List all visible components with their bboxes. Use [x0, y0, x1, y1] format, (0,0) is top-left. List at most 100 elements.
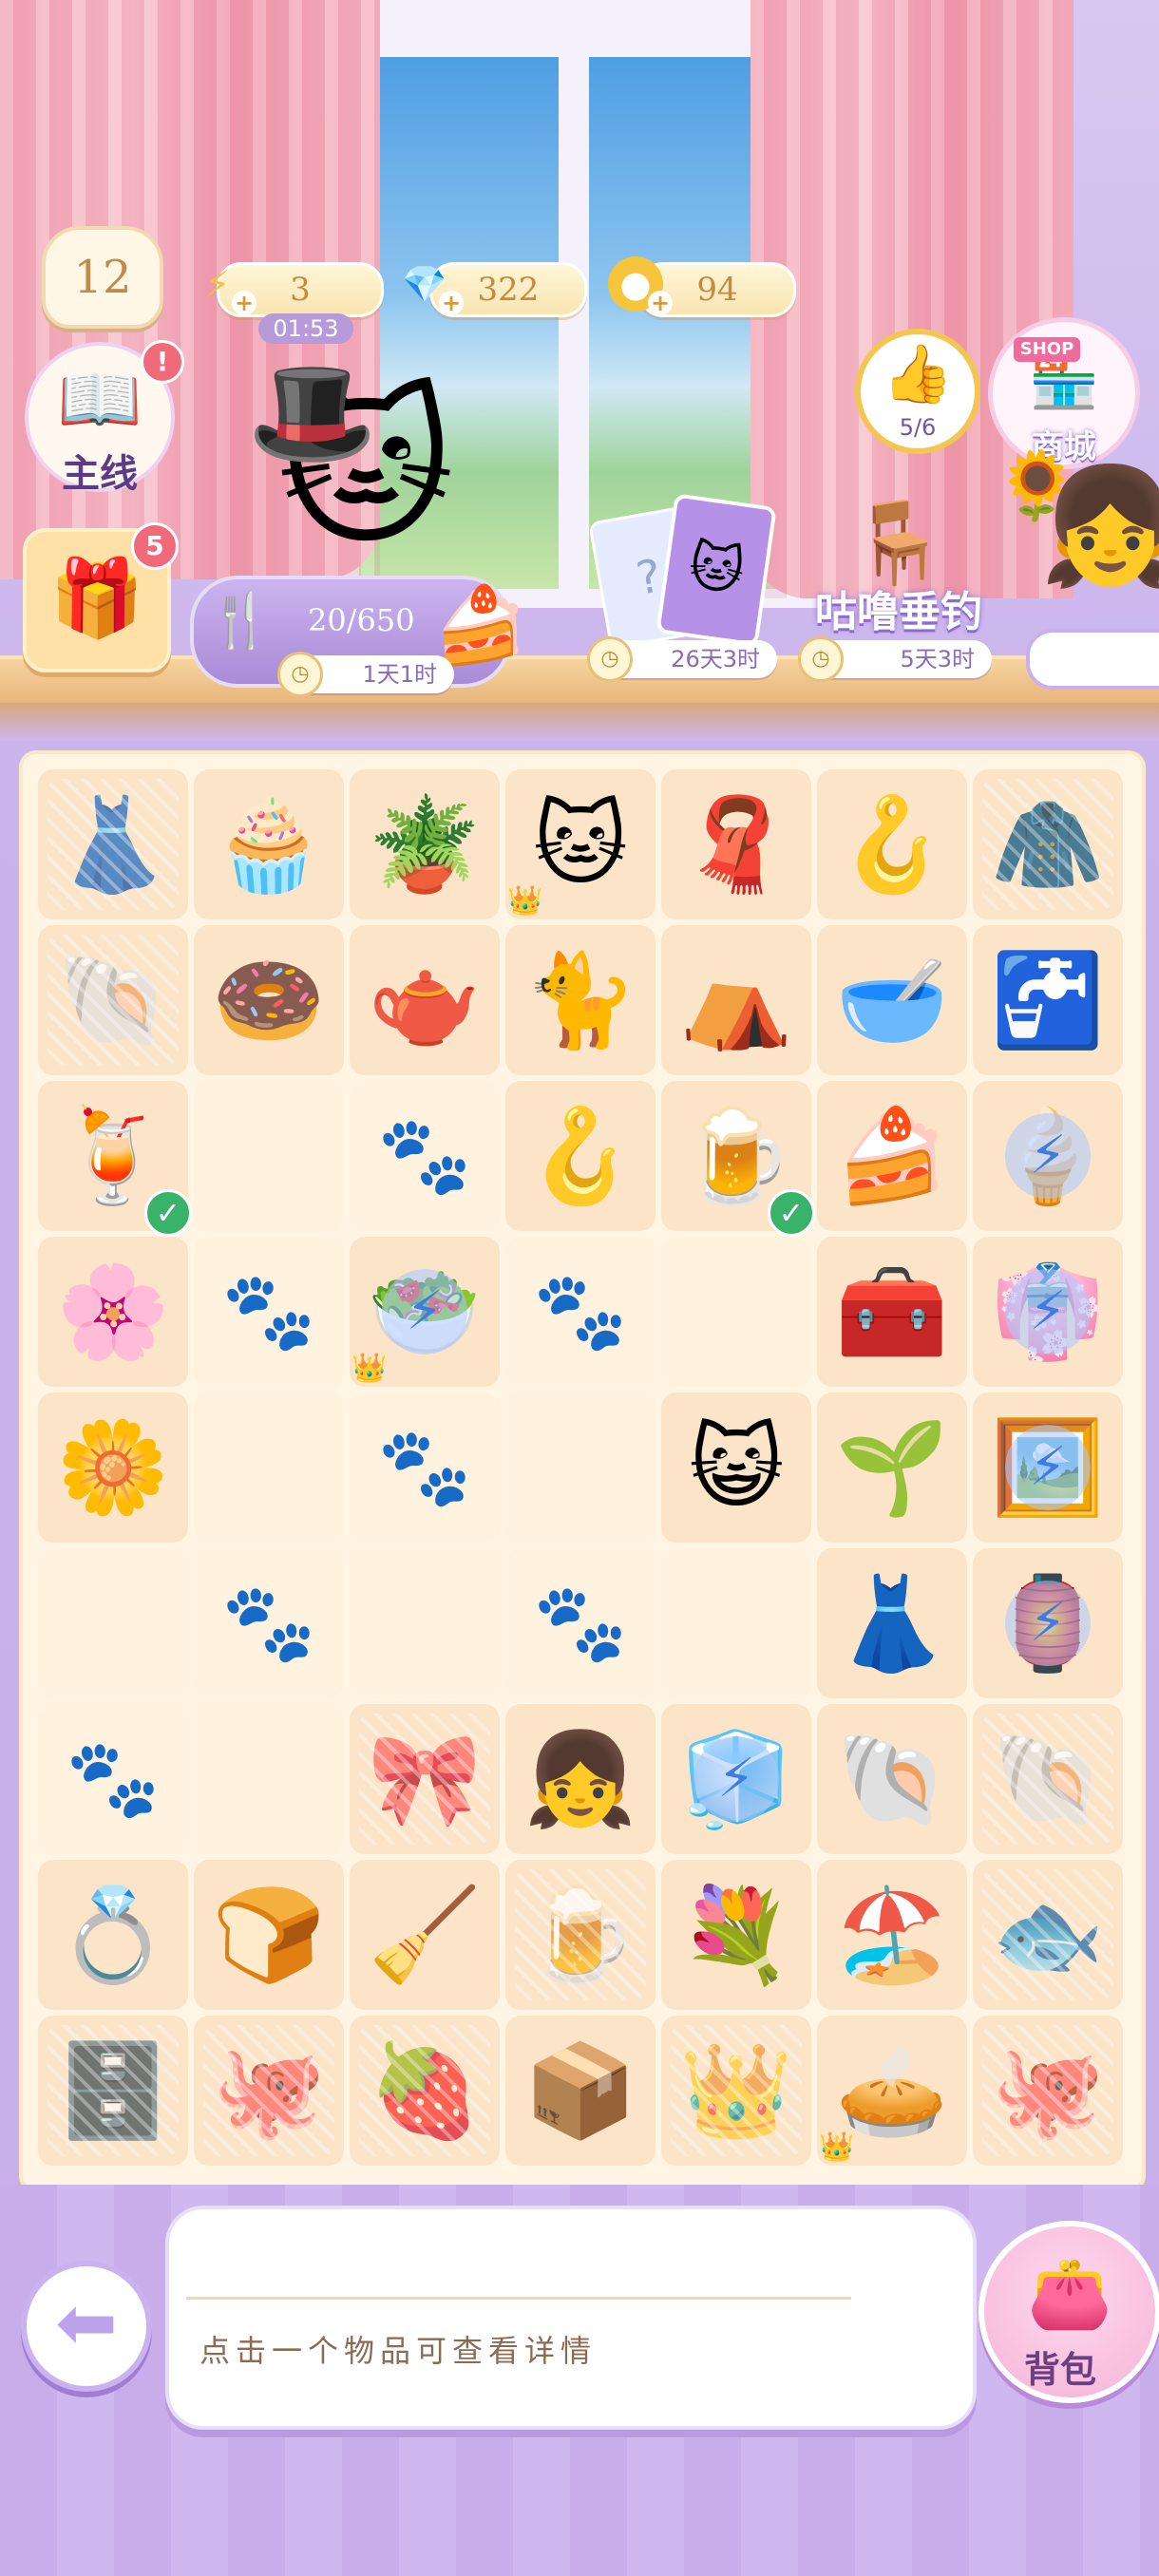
- board-cell[interactable]: 🪝: [505, 1081, 656, 1231]
- board-cell[interactable]: 🐾: [350, 1081, 500, 1231]
- gems-plus-button[interactable]: +: [439, 291, 464, 315]
- cobweb-lock-overlay: [982, 1714, 1113, 1845]
- board-cell[interactable]: 🧥: [973, 769, 1123, 919]
- board-cell[interactable]: 💐: [661, 1860, 811, 2010]
- back-button[interactable]: ⬅: [21, 2261, 152, 2392]
- board-cell[interactable]: 🐾: [38, 1704, 188, 1854]
- board-cell[interactable]: 👗: [38, 769, 188, 919]
- crown-icon: 👑: [819, 2131, 855, 2164]
- board-cell[interactable]: 🐟: [973, 1860, 1123, 2010]
- board-item-icon: 🪝: [523, 1102, 637, 1209]
- board-cell[interactable]: [350, 1548, 500, 1698]
- likes-button[interactable]: 👍 5/6: [855, 329, 980, 454]
- coins-plus-button[interactable]: +: [648, 291, 673, 315]
- board-item-icon: 🪝: [835, 790, 949, 898]
- side-panel-tab[interactable]: [1026, 629, 1159, 690]
- board-item-icon: 🧁: [212, 790, 326, 898]
- level-badge[interactable]: 12: [42, 226, 163, 329]
- board-cell[interactable]: 🐚: [38, 925, 188, 1075]
- board-cell[interactable]: 🧣: [661, 769, 811, 919]
- board-cell[interactable]: 🧰: [817, 1237, 967, 1387]
- board-cell[interactable]: 🌱: [817, 1392, 967, 1543]
- board-cell[interactable]: [661, 1237, 811, 1387]
- board-cell[interactable]: 🐱 👑: [505, 769, 656, 919]
- board-cell[interactable]: 🎀: [350, 1704, 500, 1854]
- check-icon: ✓: [768, 1189, 815, 1237]
- board-cell[interactable]: 🍹 ✓: [38, 1081, 192, 1237]
- board-cell[interactable]: 🐚: [817, 1704, 967, 1854]
- board-cell[interactable]: 🍰: [817, 1081, 967, 1231]
- board-cell[interactable]: 🪴: [350, 769, 500, 919]
- crown-icon: 👑: [507, 884, 543, 918]
- board-cell[interactable]: 🧹: [350, 1860, 500, 2010]
- board-cell[interactable]: [505, 1392, 656, 1543]
- board-cell[interactable]: 🐾: [505, 1548, 656, 1698]
- board-cell[interactable]: 🍩: [194, 925, 344, 1075]
- fishing-event-button[interactable]: 🪑 咕噜垂钓: [794, 490, 1003, 636]
- board-cell[interactable]: 😺: [661, 1392, 811, 1543]
- paw-print-icon: 🐾: [221, 1267, 316, 1355]
- board-cell[interactable]: 🐙: [973, 2016, 1123, 2166]
- board-cell[interactable]: 🌸: [38, 1237, 188, 1387]
- main-quest-button[interactable]: 📖 ! 主线: [25, 340, 184, 496]
- board-cell[interactable]: 👧: [505, 1704, 656, 1854]
- board-cell[interactable]: 🐾: [350, 1392, 500, 1543]
- board-cell[interactable]: [194, 1392, 344, 1543]
- board-cell[interactable]: 🍺 ✓: [661, 1081, 815, 1237]
- board-cell[interactable]: 🐈: [505, 925, 656, 1075]
- board-cell[interactable]: 🐚: [973, 1704, 1123, 1854]
- board-cell[interactable]: 🚰: [973, 925, 1123, 1075]
- board-cell[interactable]: 🍦⚡: [973, 1081, 1123, 1231]
- cobweb-lock-overlay: [515, 1869, 646, 2000]
- cobweb-lock-overlay: [359, 2025, 490, 2156]
- item-info-panel: [165, 2206, 977, 2430]
- board-cell[interactable]: [194, 1081, 344, 1231]
- chest-button[interactable]: 🎁 5: [23, 522, 179, 672]
- board-cell[interactable]: 👘⚡: [973, 1237, 1123, 1387]
- board-cell[interactable]: 🐾: [505, 1237, 656, 1387]
- board-cell[interactable]: 📦: [505, 2016, 656, 2166]
- board-cell[interactable]: 🐙: [194, 2016, 344, 2166]
- board-cell[interactable]: 🪝: [817, 769, 967, 919]
- board-cell[interactable]: 🥗⚡👑: [350, 1237, 500, 1387]
- board-cell[interactable]: 🍺: [505, 1860, 656, 2010]
- board-cell[interactable]: 🐾: [194, 1237, 344, 1387]
- energy-plus-button[interactable]: +: [232, 291, 256, 315]
- bag-icon: 👛: [1027, 2253, 1112, 2333]
- clock-icon: ◷: [277, 652, 323, 697]
- board-item-icon: 🍰: [835, 1102, 949, 1209]
- energy-bubble-icon: ⚡: [1005, 1113, 1091, 1199]
- energy-bubble-icon: ⚡: [694, 1736, 779, 1822]
- board-cell[interactable]: 🏮⚡: [973, 1548, 1123, 1698]
- board-cell[interactable]: 🫖: [350, 925, 500, 1075]
- npc-girl-avatar[interactable]: 👧: [1039, 418, 1159, 636]
- board-cell[interactable]: 🧁: [194, 769, 344, 919]
- board-cell[interactable]: ⛺: [661, 925, 811, 1075]
- board-item-icon: 🌸: [56, 1258, 170, 1365]
- card-collection-button[interactable]: ? 🐱: [587, 493, 777, 651]
- board-cell[interactable]: [194, 1704, 344, 1854]
- board-cell[interactable]: 👗: [817, 1548, 967, 1698]
- board-cell[interactable]: 🥣: [817, 925, 967, 1075]
- board-cell[interactable]: 🏖️: [817, 1860, 967, 2010]
- board-cell[interactable]: 🌼: [38, 1392, 188, 1543]
- board-cell[interactable]: 🧊⚡: [661, 1704, 811, 1854]
- cobweb-lock-overlay: [359, 1714, 490, 1845]
- board-cell[interactable]: 👑: [661, 2016, 811, 2166]
- board-cell[interactable]: 🐾: [194, 1548, 344, 1698]
- board-cell[interactable]: [661, 1548, 811, 1698]
- board-item-icon: 🌼: [56, 1413, 170, 1521]
- board-cell[interactable]: 🖼️⚡: [973, 1392, 1123, 1543]
- board-cell[interactable]: [38, 1548, 188, 1698]
- board-cell[interactable]: 🗄️: [38, 2016, 188, 2166]
- board-cell[interactable]: 💍: [38, 1860, 188, 2010]
- board-cell[interactable]: 🍞: [194, 1860, 344, 2010]
- event-timer-text: 1天1时: [362, 661, 437, 688]
- card-timer-text: 26天3时: [671, 646, 760, 672]
- board-item-icon: 🍩: [212, 946, 326, 1053]
- board-item-icon: 🐈: [523, 946, 637, 1053]
- board-cell[interactable]: 🍓: [350, 2016, 500, 2166]
- cobweb-lock-overlay: [982, 2025, 1113, 2156]
- cobweb-lock-overlay: [982, 1869, 1113, 2000]
- board-cell[interactable]: 🥧 👑: [817, 2016, 967, 2166]
